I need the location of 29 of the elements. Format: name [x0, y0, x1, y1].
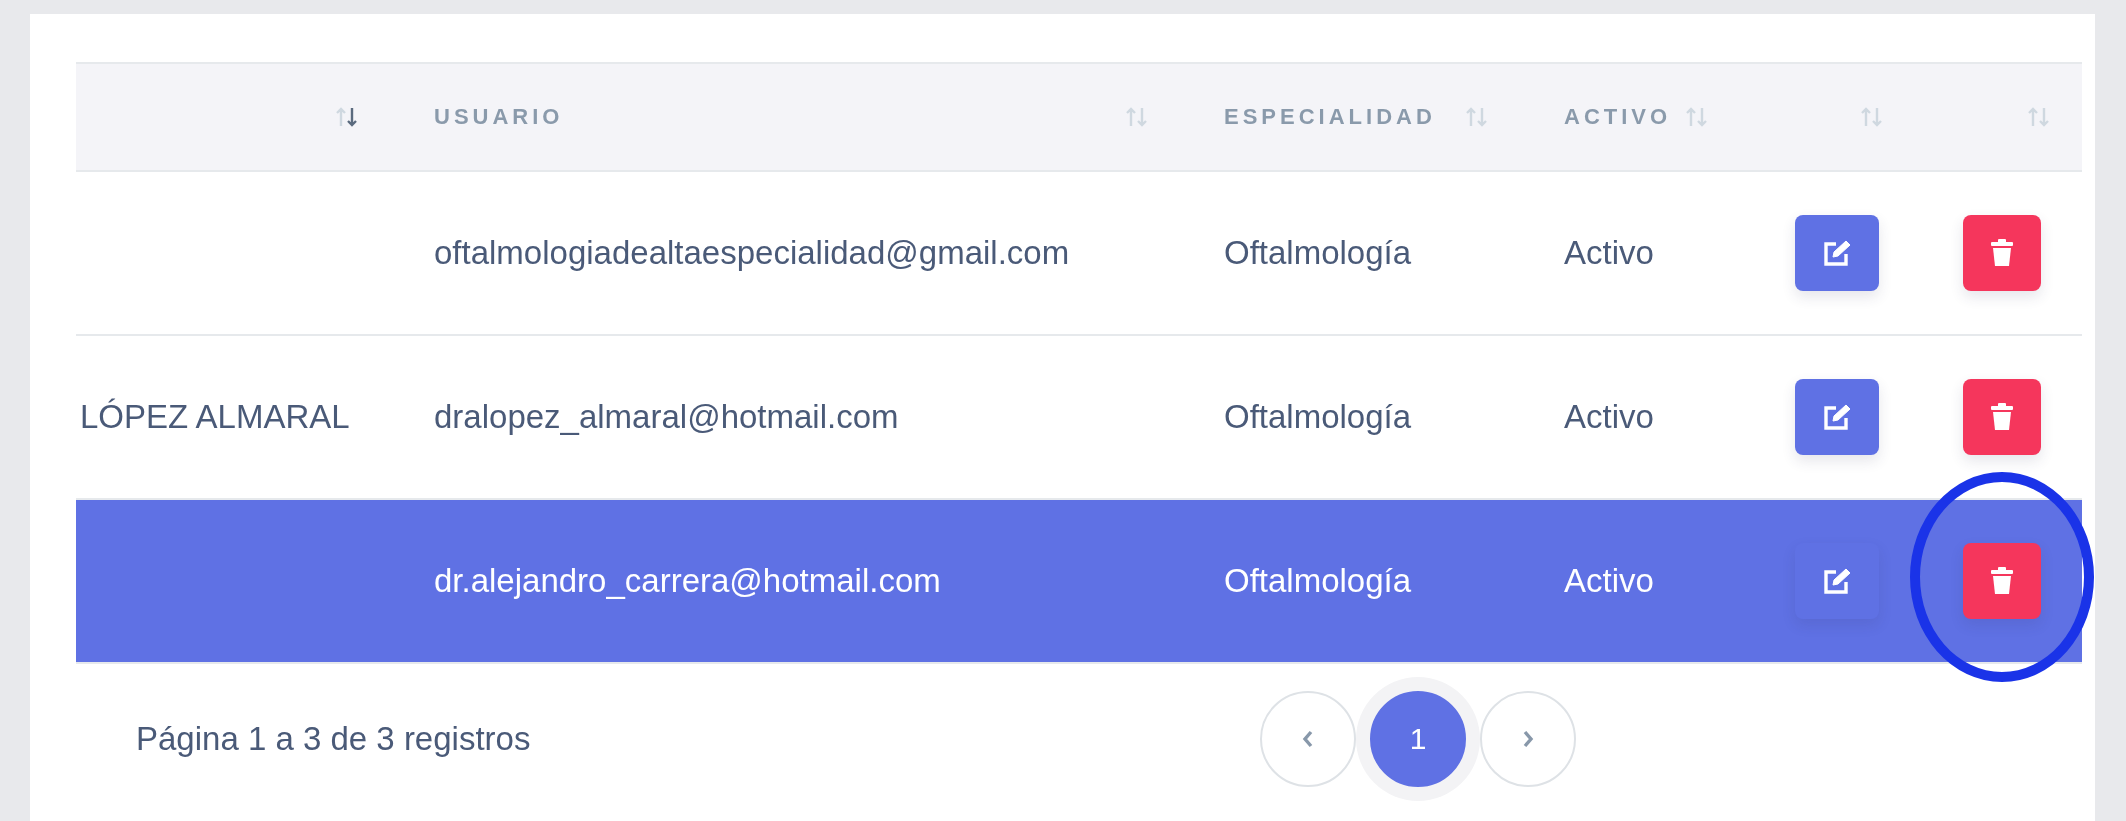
- column-header[interactable]: ACTIVO: [1564, 104, 1672, 130]
- trash-icon: [1991, 567, 2013, 595]
- trash-icon: [1991, 239, 2013, 267]
- table-cell: Activo: [1564, 398, 1654, 436]
- delete-button[interactable]: [1963, 215, 2041, 291]
- table-cell: oftalmologiadealtaespecialidad@gmail.com: [434, 234, 1070, 272]
- table-cell: dralopez_almaral@hotmail.com: [434, 398, 899, 436]
- edit-icon: [1822, 239, 1852, 267]
- table-cell: dr.alejandro_carrera@hotmail.com: [434, 562, 941, 600]
- sort-icon[interactable]: [334, 106, 360, 128]
- table-cell: Oftalmología: [1224, 562, 1412, 600]
- edit-button[interactable]: [1795, 543, 1879, 619]
- column-header[interactable]: ESPECIALIDAD: [1224, 104, 1452, 130]
- edit-icon: [1822, 403, 1852, 431]
- table-cell: Activo: [1564, 562, 1654, 600]
- table-cell: Oftalmología: [1224, 398, 1412, 436]
- table-cell: Activo: [1564, 234, 1654, 272]
- pagination-summary: Página 1 a 3 de 3 registros: [136, 720, 532, 758]
- chevron-right-icon: [1521, 729, 1535, 749]
- delete-button[interactable]: [1963, 379, 2041, 455]
- edit-icon: [1822, 567, 1852, 595]
- edit-button[interactable]: [1795, 379, 1879, 455]
- chevron-left-icon: [1301, 729, 1315, 749]
- table-cell: Oftalmología: [1224, 234, 1412, 272]
- column-header[interactable]: USUARIO: [434, 104, 1112, 130]
- table-cell: LÓPEZ ALMARAL: [80, 398, 350, 436]
- trash-icon: [1991, 403, 2013, 431]
- edit-button[interactable]: [1795, 215, 1879, 291]
- delete-button[interactable]: [1963, 543, 2041, 619]
